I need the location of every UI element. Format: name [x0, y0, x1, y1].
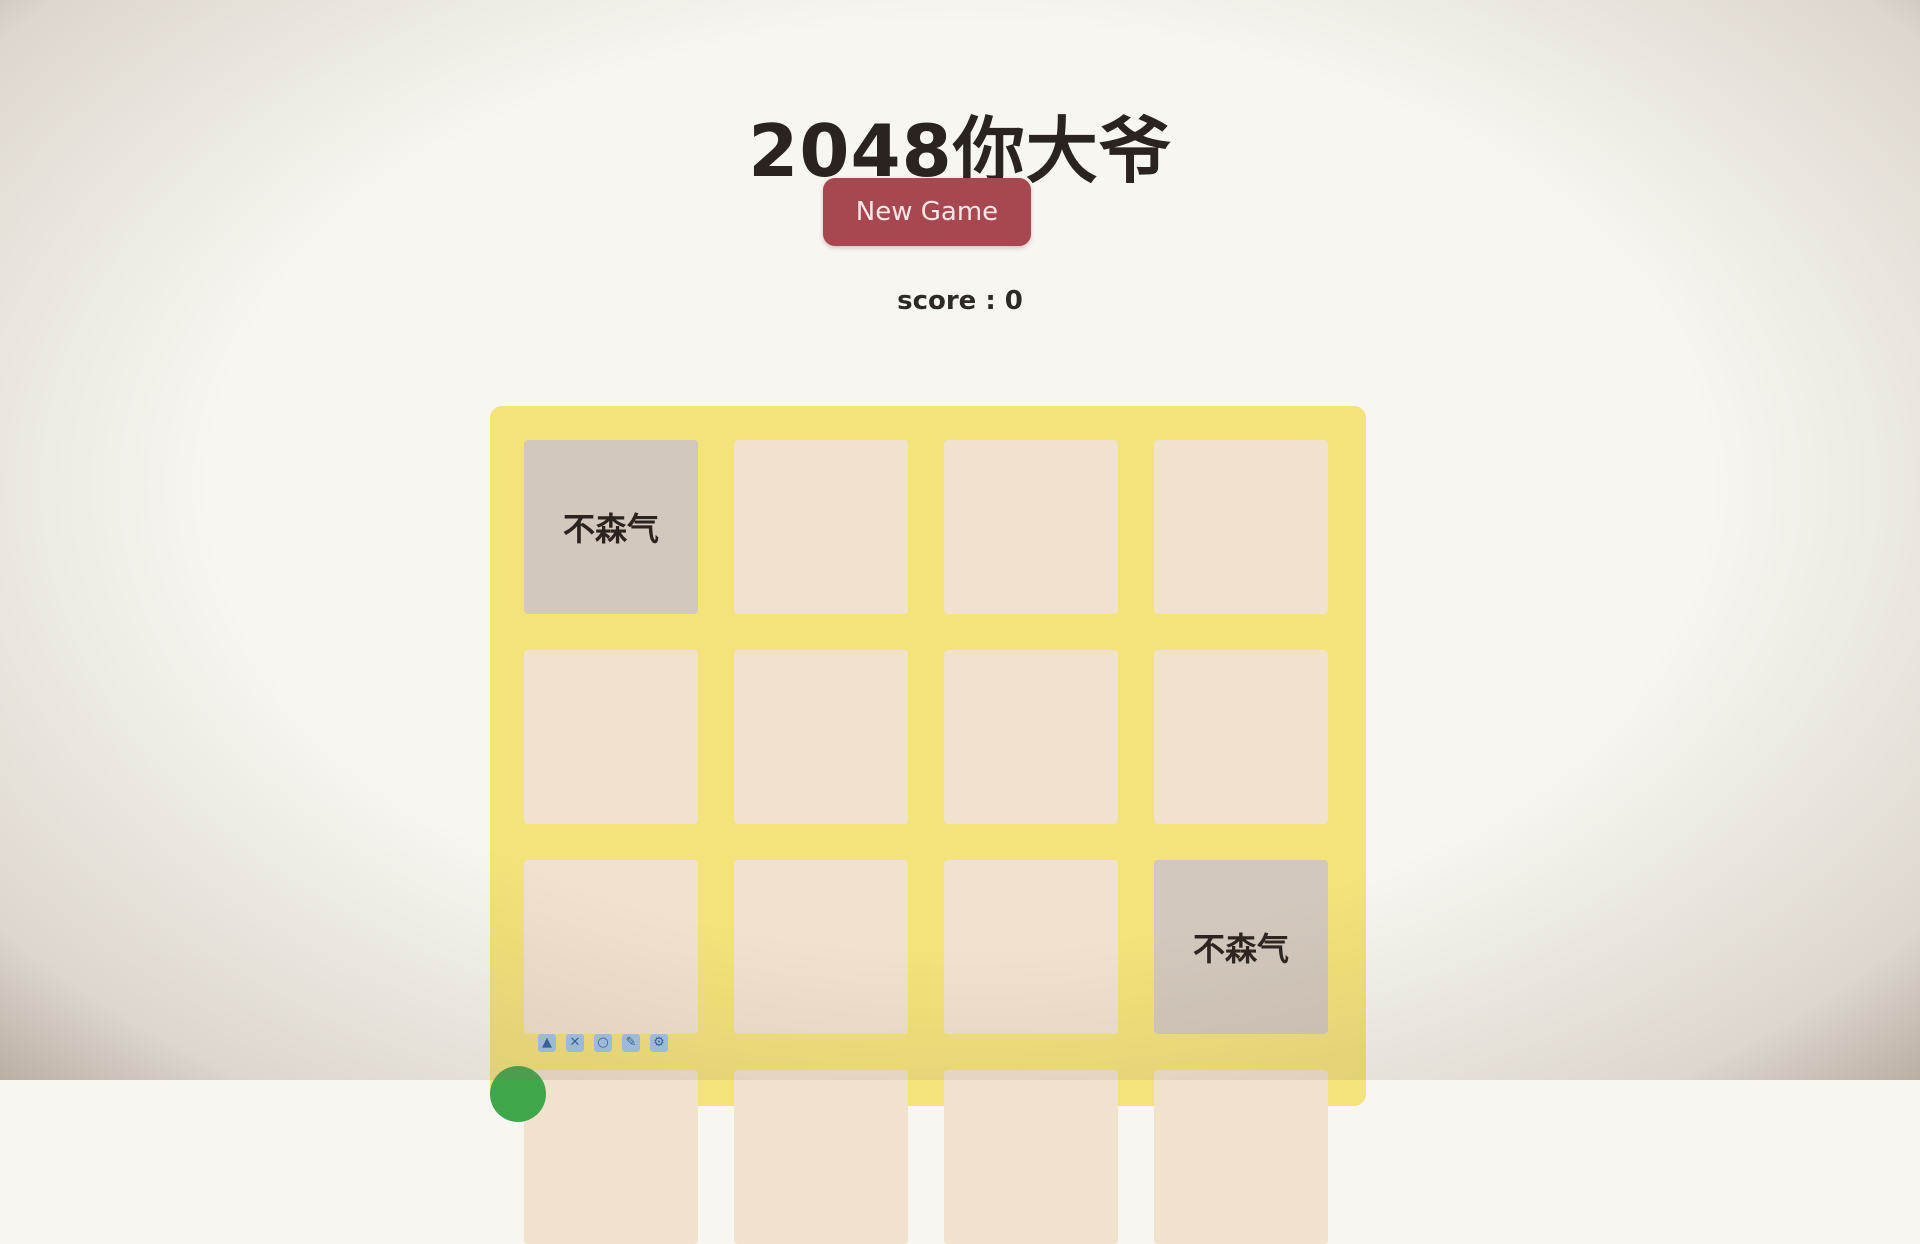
grid-cell [944, 440, 1118, 614]
circle-icon[interactable]: ○ [594, 1034, 612, 1052]
grid-cell [944, 650, 1118, 824]
grid-cell [734, 1070, 908, 1244]
grid-cell [524, 650, 698, 824]
pin-icon[interactable]: ✕ [566, 1034, 584, 1052]
game-board[interactable]: 不森气 不森气 [490, 406, 1366, 1244]
grid-cell [524, 1070, 698, 1244]
tile-label: 不森气 [562, 510, 659, 548]
grid-cell [944, 1070, 1118, 1244]
grid-cell [1154, 440, 1328, 614]
grid-cell [944, 860, 1118, 1034]
settings-icon[interactable]: ⚙ [650, 1034, 668, 1052]
score-display: score : 0 [897, 286, 1023, 316]
tile-label: 不森气 [1192, 930, 1289, 968]
grid-cell [734, 440, 908, 614]
new-game-button[interactable]: New Game [823, 178, 1031, 246]
grid-cell [734, 860, 908, 1034]
grid-cell [524, 860, 698, 1034]
grid-cell [1154, 1070, 1328, 1244]
grid-cell: 不森气 [1154, 860, 1328, 1034]
grid-cell [1154, 650, 1328, 824]
pen-icon[interactable]: ✎ [622, 1034, 640, 1052]
grid-cell [734, 650, 908, 824]
grid-cell: 不森气 [524, 440, 698, 614]
chat-bubble-icon[interactable] [490, 1066, 546, 1122]
floating-toolbar: ▲ ✕ ○ ✎ ⚙ [538, 1032, 668, 1054]
lock-icon[interactable]: ▲ [538, 1034, 556, 1052]
